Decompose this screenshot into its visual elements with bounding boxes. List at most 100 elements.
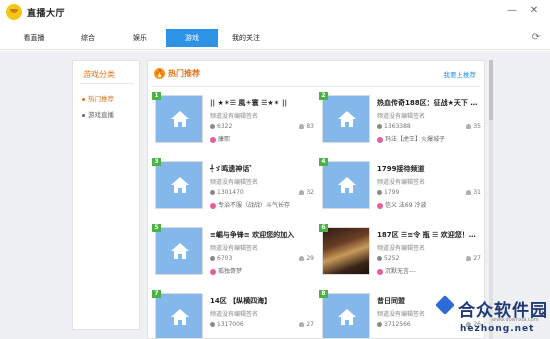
channel-card[interactable]: 4 1799接待频道 频道没有编辑签名 1799 31 信义 法69 冷波 <box>319 158 484 219</box>
bullet-icon <box>82 97 85 101</box>
channel-thumbnail[interactable] <box>155 95 203 143</box>
channel-title[interactable]: 1799接待频道 <box>377 164 481 174</box>
divider <box>152 86 480 87</box>
channel-sign: 频道没有编辑签名 <box>377 311 426 318</box>
id-icon <box>377 124 382 129</box>
channel-id: 1363388 <box>377 123 411 130</box>
channel-id-value: 6322 <box>217 123 233 130</box>
sidebar-item-game-live[interactable]: 游戏直播 <box>82 109 114 119</box>
id-icon <box>377 256 382 261</box>
viewers-icon <box>299 124 305 129</box>
channel-id: 6322 <box>210 123 232 130</box>
channel-title[interactable]: ╃ゞ鸣遗神话゛ <box>210 164 314 174</box>
sidebar-item-label: 游戏直播 <box>88 111 114 119</box>
channel-card[interactable]: 7 14区 【纵横四海】 频道没有编辑签名 1317006 27 <box>152 290 317 338</box>
rank-badge: 7 <box>152 290 161 298</box>
watermark-logo-icon <box>435 295 455 315</box>
host-name-value: 康熙 <box>218 136 231 143</box>
sidebar-item-hot[interactable]: 热门推荐 <box>82 93 114 103</box>
rank-badge: 1 <box>152 92 161 100</box>
watermark: 合众软件园 www.downxia.com hezhong.net <box>435 295 547 336</box>
divider <box>80 83 134 84</box>
viewers-icon <box>299 322 305 327</box>
viewer-count-value: 29 <box>306 255 314 262</box>
channel-title[interactable]: 热血传奇188区：征战★天下 行... <box>377 98 481 108</box>
host-name-value: 专治不服（战战）斗气长存 <box>218 202 291 209</box>
viewer-count: 35 <box>451 123 481 130</box>
tab-watch-live[interactable]: 看直播 <box>8 29 60 47</box>
tab-entertainment[interactable]: 娱乐 <box>114 29 166 47</box>
host-name-value: 沉默无言--- <box>385 268 416 275</box>
host-name-value: 孤独哥梦 <box>218 268 243 275</box>
viewer-count: 32 <box>284 189 314 196</box>
tab-games[interactable]: 游戏 <box>166 29 218 47</box>
channel-thumbnail[interactable] <box>155 293 203 338</box>
scrollbar-thumb[interactable] <box>489 60 493 120</box>
channel-sign: 频道没有编辑签名 <box>210 311 259 318</box>
viewer-count-value: 27 <box>306 321 314 328</box>
rank-badge: 2 <box>319 92 328 100</box>
tab-general[interactable]: 综合 <box>62 29 114 47</box>
channel-thumbnail[interactable] <box>322 293 370 338</box>
channel-card[interactable]: 6 187区 ☰≡令 瓶 ☰ 欢迎您！！！ 频道没有编辑签名 5252 27 沉… <box>319 224 484 285</box>
house-icon <box>338 177 356 193</box>
channel-thumbnail[interactable] <box>322 227 370 275</box>
fire-icon: 🔥 <box>154 68 165 79</box>
recommend-me-link[interactable]: 我要上推荐 <box>444 69 477 79</box>
rank-badge: 3 <box>152 158 161 166</box>
id-icon <box>377 322 382 327</box>
channel-sign: 频道没有编辑签名 <box>377 245 426 252</box>
channel-id-value: 1317006 <box>217 321 244 328</box>
channel-card[interactable]: 1 || ★✶☰ 風☀寰 ☰★✶ || 频道没有编辑签名 6322 83 康熙 <box>152 92 317 153</box>
recommend-panel: 🔥 热门推荐 我要上推荐 1 || ★✶☰ 風☀寰 ☰★✶ || 频道没有编辑签… <box>147 60 485 339</box>
channel-sign: 频道没有编辑签名 <box>210 113 259 120</box>
id-icon <box>210 256 215 261</box>
channel-title[interactable]: 14区 【纵横四海】 <box>210 296 314 306</box>
channel-sign: 频道没有编辑签名 <box>210 179 259 186</box>
id-icon <box>377 190 382 195</box>
host-name: 信义 法69 冷波 <box>377 200 426 209</box>
house-icon <box>338 309 356 325</box>
tab-my-follows[interactable]: 我的关注 <box>220 29 272 47</box>
channel-thumbnail[interactable] <box>155 227 203 275</box>
viewer-count-value: 35 <box>473 123 481 130</box>
minimize-icon[interactable]: — <box>506 5 518 17</box>
channel-id: 6703 <box>210 255 232 262</box>
viewers-icon <box>466 190 472 195</box>
watermark-url: hezhong.net <box>460 324 535 334</box>
channel-id-value: 1799 <box>384 189 400 196</box>
channel-title[interactable]: ≡崛与争锋≡ 欢迎您的加入 <box>210 230 314 240</box>
app-logo-icon <box>6 4 22 20</box>
channel-id-value: 3712566 <box>384 321 411 328</box>
channel-sign: 频道没有编辑签名 <box>377 179 426 186</box>
host-name-value: 信义 法69 冷波 <box>385 202 427 209</box>
rank-badge: 4 <box>319 158 328 166</box>
viewers-icon <box>466 124 472 129</box>
channel-id: 1317006 <box>210 321 244 328</box>
channel-thumbnail[interactable] <box>322 161 370 209</box>
viewer-count-value: 31 <box>473 189 481 196</box>
rank-badge: 8 <box>319 290 328 298</box>
bullet-icon <box>82 113 85 117</box>
channel-thumbnail[interactable] <box>155 161 203 209</box>
viewer-count: 29 <box>284 255 314 262</box>
viewer-count: 27 <box>451 255 481 262</box>
channel-card[interactable]: 5 ≡崛与争锋≡ 欢迎您的加入 频道没有编辑签名 6703 29 孤独哥梦 <box>152 224 317 285</box>
channel-title[interactable]: || ★✶☰ 風☀寰 ☰★✶ || <box>210 98 314 108</box>
house-icon <box>171 309 189 325</box>
host-icon <box>210 136 216 143</box>
sidebar-item-label: 热门推荐 <box>88 95 114 103</box>
channel-card[interactable]: 2 热血传奇188区：征战★天下 行... 频道没有编辑签名 1363388 3… <box>319 92 484 153</box>
house-icon <box>171 111 189 127</box>
close-icon[interactable]: ✕ <box>528 5 540 17</box>
house-icon <box>171 243 189 259</box>
channel-title[interactable]: 187区 ☰≡令 瓶 ☰ 欢迎您！！！ <box>377 230 481 240</box>
host-name: 康熙 <box>210 134 230 143</box>
channel-thumbnail[interactable] <box>322 95 370 143</box>
channel-id-value: 1363388 <box>384 123 411 130</box>
host-name: 专治不服（战战）斗气长存 <box>210 200 290 209</box>
refresh-icon[interactable]: ⟳ <box>530 32 542 44</box>
panel-title: 热门推荐 <box>168 69 200 78</box>
id-icon <box>210 322 215 327</box>
channel-card[interactable]: 3 ╃ゞ鸣遗神话゛ 频道没有编辑签名 1301470 32 专治不服（战战）斗气… <box>152 158 317 219</box>
